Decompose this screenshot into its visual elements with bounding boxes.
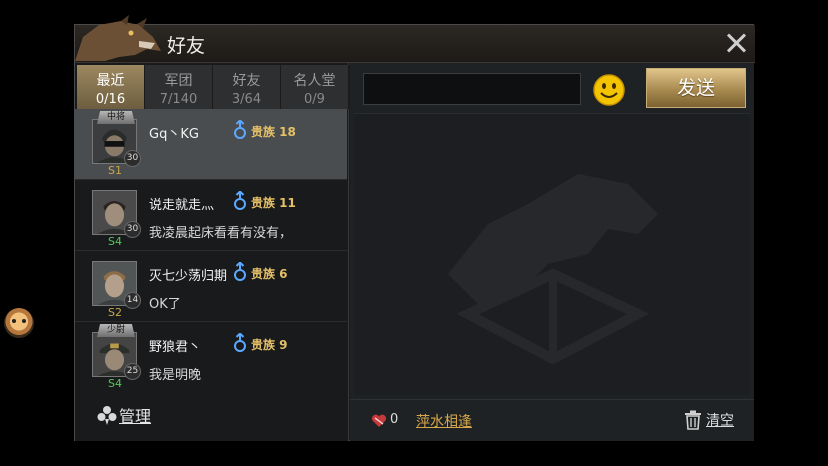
server-label: S4	[108, 377, 122, 387]
tab-legion[interactable]: 军团 7/140	[145, 65, 213, 109]
level-badge: 30	[124, 221, 141, 238]
rank-badge: 少尉	[97, 324, 135, 337]
tab-recent[interactable]: 最近 0/16	[77, 65, 145, 109]
noble-level: 贵族 6	[251, 267, 288, 281]
rank-badge: 中将	[97, 111, 135, 124]
last-message: OK了	[149, 297, 181, 312]
trash-icon	[685, 410, 701, 430]
level-badge: 25	[124, 363, 141, 380]
male-icon	[234, 120, 246, 139]
manage-button[interactable]: 管理	[97, 401, 151, 429]
friend-row[interactable]: 30 S4 说走就走灬 贵族 11 我凌晨起床看看有没有，	[75, 180, 347, 251]
friend-tabs: 最近 0/16 军团 7/140 好友 3/64 名人堂 0/9	[77, 65, 349, 109]
friend-row[interactable]: 14 S2 灭七少荡归期 贵族 6 OK了	[75, 251, 347, 322]
noble-level: 贵族 11	[251, 196, 296, 210]
server-label: S4	[108, 235, 122, 248]
male-icon	[234, 333, 246, 352]
last-message: 我是明晚	[149, 368, 202, 383]
friends-dialog: 好友 最近 0/16 军团 7/140 好友 3/64 名人堂 0/9 中将 3…	[74, 15, 755, 441]
smiley-icon[interactable]	[592, 73, 626, 107]
send-button[interactable]: 发送	[646, 68, 746, 108]
dialog-title: 好友	[167, 35, 206, 57]
male-icon	[234, 191, 246, 210]
close-icon[interactable]	[723, 30, 749, 56]
friend-row[interactable]: 少尉 25 S4 野狼君丶 贵族 9 我是明晚	[75, 322, 347, 387]
manage-icon	[97, 406, 117, 425]
tab-count: 7/140	[159, 92, 198, 107]
clear-label: 清空	[706, 413, 734, 429]
friend-list-panel: 最近 0/16 军团 7/140 好友 3/64 名人堂 0/9 中将 30 S…	[75, 63, 349, 441]
tab-hall-of-fame[interactable]: 名人堂 0/9	[281, 65, 349, 109]
side-pet-avatar[interactable]	[4, 308, 34, 338]
noble-level: 贵族 18	[251, 125, 296, 139]
heart-count: 0	[390, 412, 399, 427]
friend-name: Gq丶KG	[149, 127, 199, 142]
noble-level: 贵族 9	[251, 338, 288, 352]
tab-count: 0/9	[304, 92, 325, 107]
tab-label: 名人堂	[293, 73, 336, 89]
tab-label: 最近	[96, 73, 125, 89]
chat-message-area	[354, 113, 750, 395]
level-badge: 14	[124, 292, 141, 309]
friend-row[interactable]: 中将 30 S1 Gq丶KG 贵族 18	[75, 109, 347, 180]
dinosaur-head-icon	[75, 15, 161, 61]
tab-label: 好友	[232, 73, 261, 89]
chat-panel: 发送 0 萍水相逢 清空	[350, 63, 754, 441]
server-label: S2	[108, 306, 122, 319]
clear-button[interactable]: 清空	[684, 410, 734, 430]
dinosaur-emblem-icon	[448, 174, 658, 364]
last-message: 我凌晨起床看看有没有，	[149, 226, 293, 241]
tab-count: 0/16	[95, 92, 126, 107]
dialog-header: 好友	[75, 15, 755, 63]
tab-count: 3/64	[231, 92, 262, 107]
friend-name: 说走就走灬	[149, 198, 215, 213]
male-icon	[234, 262, 246, 281]
chat-input[interactable]	[363, 73, 581, 105]
level-badge: 30	[124, 150, 141, 167]
heart-icon	[371, 414, 387, 427]
tab-friends[interactable]: 好友 3/64	[213, 65, 281, 109]
tab-label: 军团	[164, 73, 193, 89]
server-label: S1	[108, 164, 122, 177]
chat-footer: 0 萍水相逢 清空	[350, 399, 754, 441]
friend-name: 野狼君丶	[149, 340, 202, 355]
friend-name: 灭七少荡归期	[149, 269, 228, 284]
friend-list: 中将 30 S1 Gq丶KG 贵族 18 30 S4 说走就走灬 贵族 11 我…	[75, 109, 349, 387]
manage-label: 管理	[119, 407, 152, 426]
relationship-link[interactable]: 萍水相逢	[416, 411, 472, 431]
